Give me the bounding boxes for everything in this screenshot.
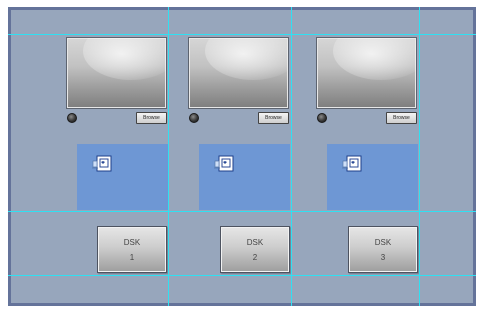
dsk-number: 3 <box>380 253 386 262</box>
dsk-label: DSK <box>374 238 392 247</box>
image-document-icon <box>214 155 234 172</box>
guide-line-vertical <box>419 7 420 306</box>
browse-button-2[interactable]: Browse <box>258 112 289 124</box>
drop-zone-2[interactable] <box>199 144 290 210</box>
dsk-button-2[interactable]: DSK 2 <box>220 226 290 273</box>
guide-line-vertical <box>291 7 292 306</box>
screen-gloss <box>205 38 288 80</box>
browse-button-3[interactable]: Browse <box>386 112 417 124</box>
drop-zone-1[interactable] <box>77 144 168 210</box>
dsk-label: DSK <box>123 238 141 247</box>
preview-monitor-1[interactable] <box>66 37 167 109</box>
guide-line-horizontal <box>8 34 476 35</box>
dsk-button-1[interactable]: DSK 1 <box>97 226 167 273</box>
dsk-number: 2 <box>252 253 258 262</box>
dsk-number: 1 <box>129 253 135 262</box>
guide-line-horizontal <box>8 275 476 276</box>
preview-monitor-3[interactable] <box>316 37 417 109</box>
preview-monitor-2[interactable] <box>188 37 289 109</box>
screen-gloss <box>333 38 416 80</box>
led-indicator-icon <box>189 113 199 123</box>
dsk-button-3[interactable]: DSK 3 <box>348 226 418 273</box>
screen-gloss <box>83 38 166 80</box>
dsk-label: DSK <box>246 238 264 247</box>
led-indicator-icon <box>317 113 327 123</box>
guide-line-horizontal <box>8 211 476 212</box>
guide-line-vertical <box>168 7 169 306</box>
led-indicator-icon <box>67 113 77 123</box>
drop-zone-3[interactable] <box>327 144 418 210</box>
image-document-icon <box>342 155 362 172</box>
image-document-icon <box>92 155 112 172</box>
browse-button-1[interactable]: Browse <box>136 112 167 124</box>
